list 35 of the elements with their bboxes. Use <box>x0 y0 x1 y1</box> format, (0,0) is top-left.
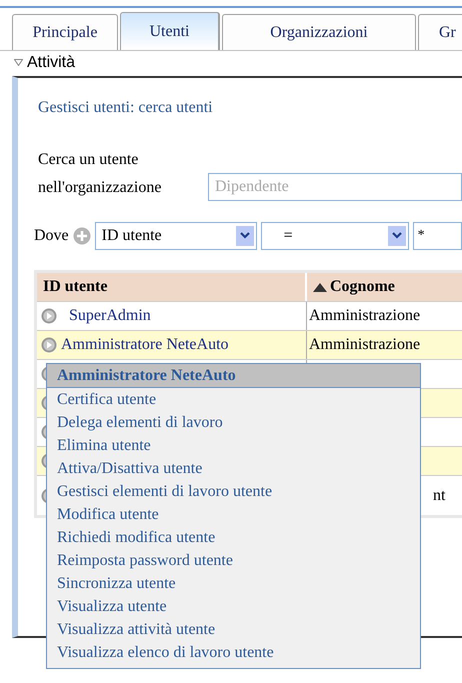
context-menu-item[interactable]: Certifica utente <box>47 388 420 411</box>
org-input-field[interactable]: Dipendente <box>208 173 462 201</box>
org-label: Cerca un utente nell'organizzazione <box>38 150 162 198</box>
context-menu-item[interactable]: Gestisci elementi di lavoro utente <box>47 480 420 503</box>
context-menu-item[interactable]: Reimposta password utente <box>47 549 420 572</box>
table-cell-text: Amministrazione <box>309 306 420 326</box>
arrow-circle-icon[interactable] <box>41 308 57 324</box>
context-menu-item[interactable]: Richiedi modifica utente <box>47 526 420 549</box>
user-id-link[interactable]: Amministratore NeteAuto <box>61 333 229 357</box>
context-menu-title: Amministratore NeteAuto <box>47 364 420 388</box>
triangle-icon[interactable] <box>14 59 23 66</box>
table-cell-text: Amministrazione <box>309 335 420 355</box>
user-id-link[interactable]: SuperAdmin <box>61 304 151 328</box>
tab[interactable]: Gr <box>418 14 462 50</box>
add-icon[interactable] <box>72 227 91 245</box>
table-cell-text: nt <box>433 486 446 506</box>
panel-heading: Gestisci utenti: cerca utenti <box>37 98 214 118</box>
arrow-circle-icon[interactable] <box>41 337 57 353</box>
section-toggle[interactable]: Attività <box>14 50 76 74</box>
tab[interactable]: Organizzazioni <box>222 14 416 50</box>
tab[interactable]: Principale <box>12 14 118 50</box>
context-menu-item[interactable]: Delega elementi di lavoro <box>47 411 420 434</box>
tab[interactable]: Utenti <box>120 12 220 50</box>
attribute-select[interactable]: ID utente <box>94 222 257 250</box>
context-menu-item[interactable]: Elimina utente <box>47 434 420 457</box>
value-input-field[interactable]: * <box>412 222 462 250</box>
operator-select[interactable]: = <box>260 222 409 250</box>
where-label: Dove <box>34 226 69 246</box>
context-menu-item[interactable]: Attiva/Disattiva utente <box>47 457 420 480</box>
context-menu-item[interactable]: Visualizza elenco di lavoro utente <box>47 641 420 664</box>
context-menu-item[interactable]: Sincronizza utente <box>47 572 420 595</box>
sort-ascending-icon <box>313 282 327 292</box>
context-menu-item[interactable]: Visualizza utente <box>47 595 420 618</box>
context-menu-item[interactable]: Visualizza attività utente <box>47 618 420 641</box>
context-menu-item[interactable]: Modifica utente <box>47 503 420 526</box>
